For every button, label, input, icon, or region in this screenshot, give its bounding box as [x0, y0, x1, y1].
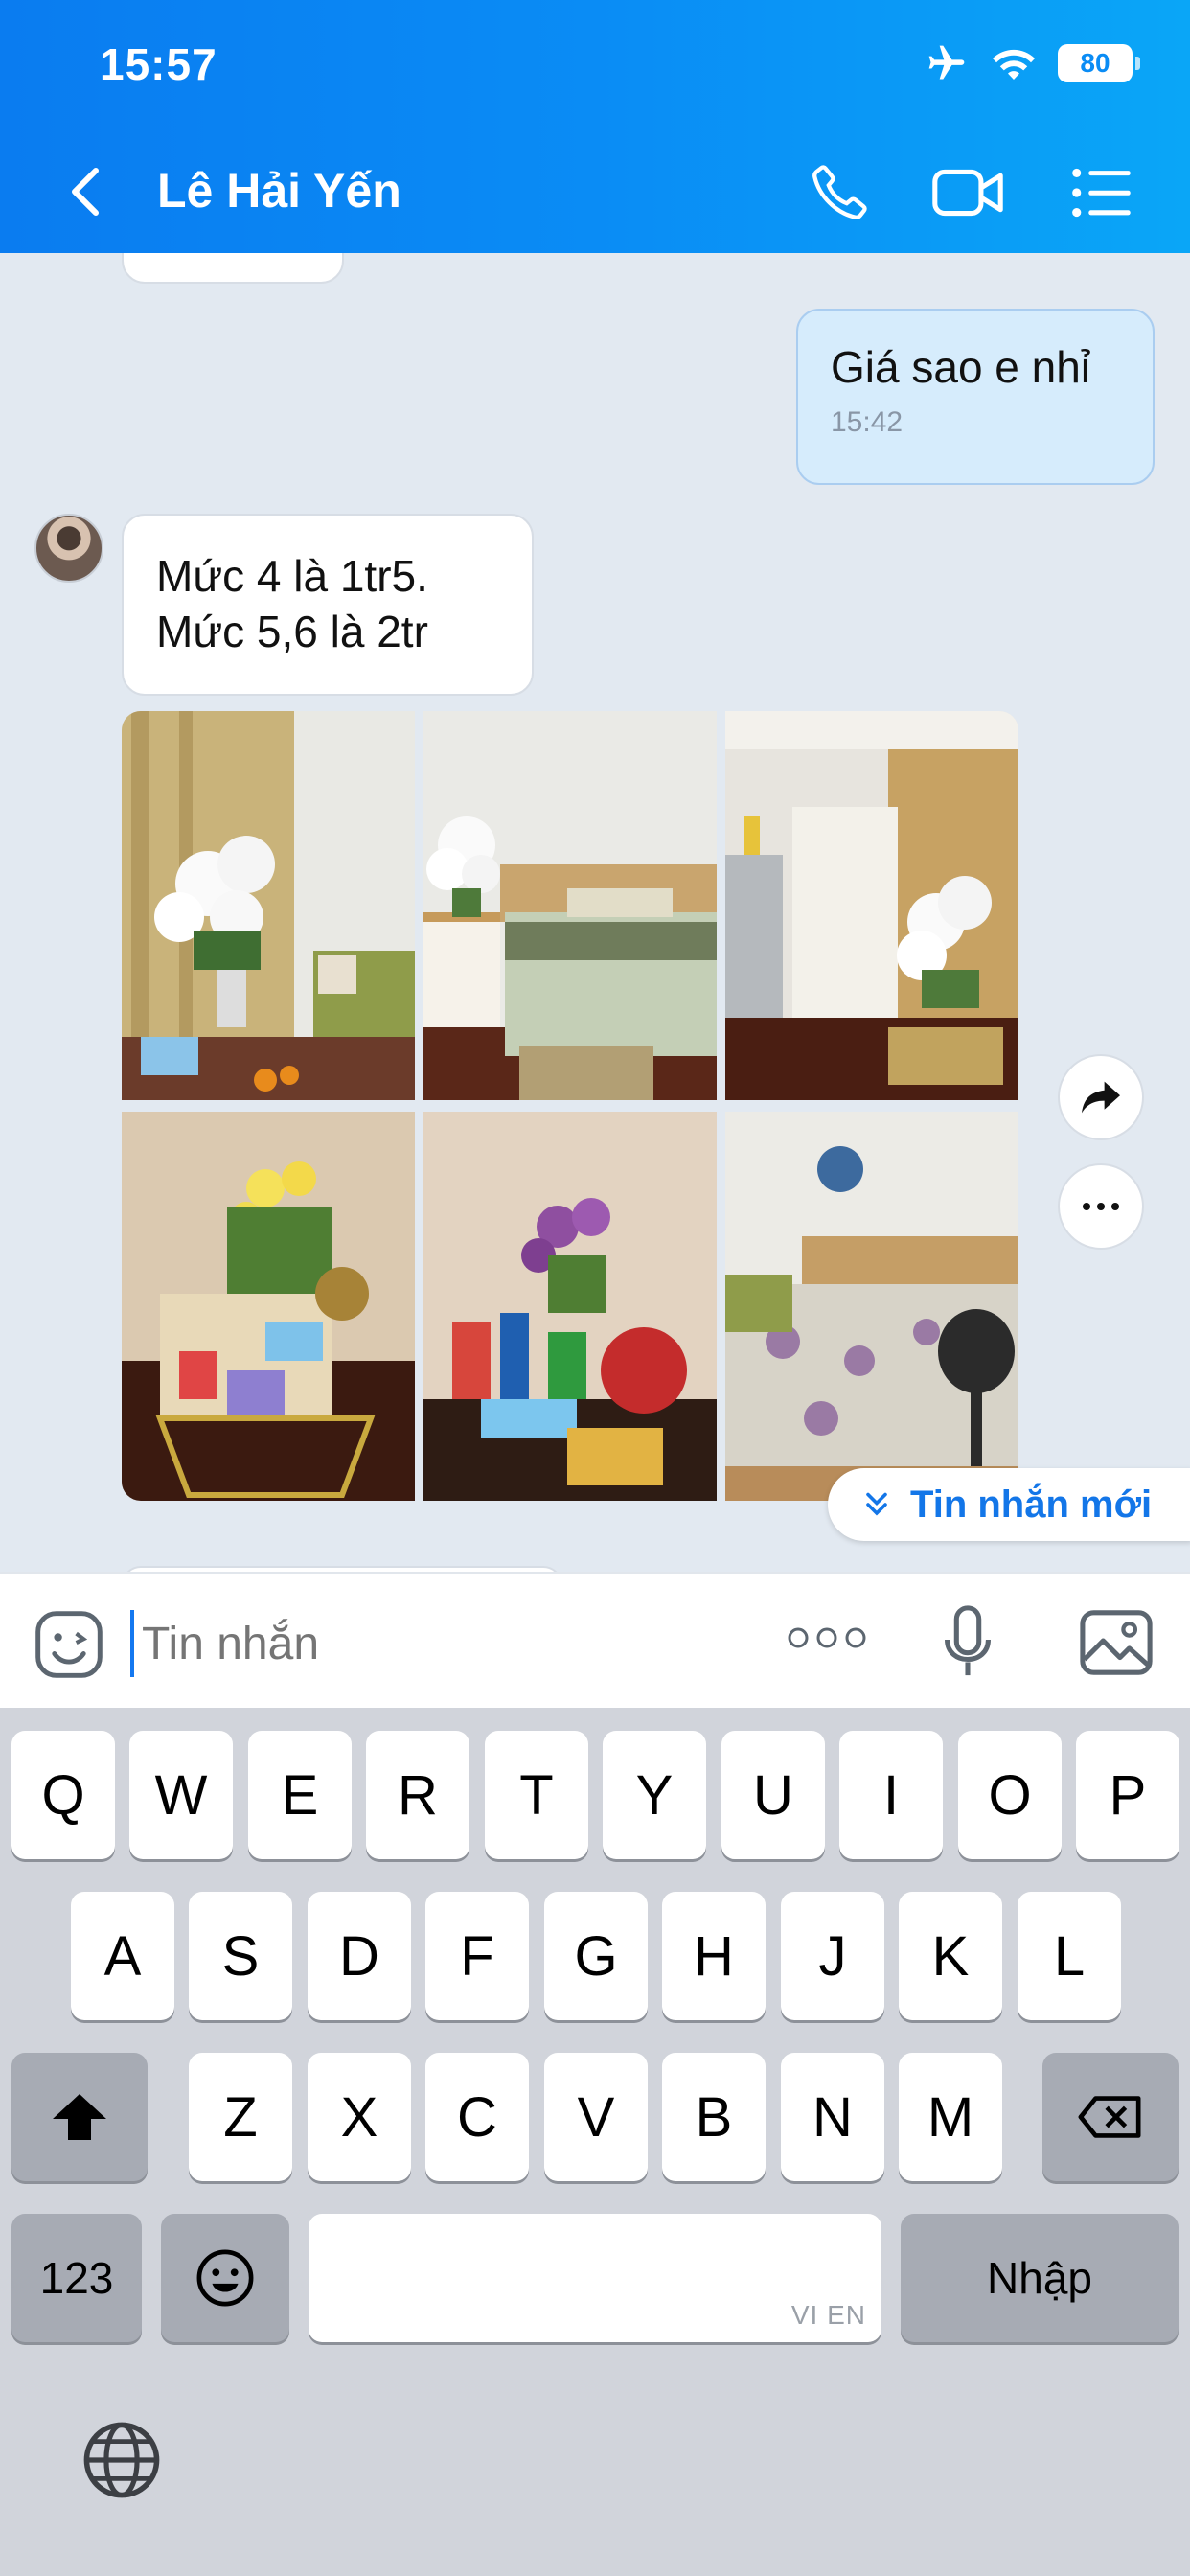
- previous-message-bubble[interactable]: [122, 253, 344, 284]
- key[interactable]: S: [189, 1892, 292, 2020]
- options-menu-button[interactable]: [1064, 159, 1140, 226]
- key[interactable]: F: [425, 1892, 529, 2020]
- back-button[interactable]: [57, 163, 115, 220]
- phone-icon: [812, 165, 867, 219]
- outgoing-message-bubble[interactable]: Giá sao e nhỉ 15:42: [796, 309, 1155, 485]
- key[interactable]: Z: [189, 2053, 292, 2181]
- key[interactable]: B: [662, 2053, 766, 2181]
- sticker-button[interactable]: [33, 1608, 105, 1686]
- space-key[interactable]: VI EN: [309, 2214, 881, 2342]
- photo-yellow-roses-gifts[interactable]: [122, 1112, 415, 1501]
- shift-arrow-icon: [53, 2094, 106, 2140]
- key[interactable]: Y: [603, 1731, 706, 1859]
- key[interactable]: E: [248, 1731, 352, 1859]
- key[interactable]: K: [899, 1892, 1002, 2020]
- key[interactable]: X: [308, 2053, 411, 2181]
- new-messages-button[interactable]: Tin nhắn mới: [828, 1468, 1190, 1541]
- chevron-left-icon: [72, 168, 99, 216]
- airplane-icon: [928, 45, 965, 80]
- message-text: Giá sao e nhỉ: [831, 342, 1091, 392]
- status-icons: 80: [924, 42, 1140, 84]
- keyboard-language-label: VI EN: [790, 2300, 866, 2330]
- forward-button[interactable]: [1058, 1054, 1144, 1140]
- key[interactable]: I: [839, 1731, 943, 1859]
- photo-bedroom-fan[interactable]: [725, 1112, 1018, 1501]
- more-input-options-button[interactable]: [786, 1622, 868, 1659]
- keyboard: Q W E R T Y U I O P A S D F G H J K L Z …: [0, 1708, 1190, 2576]
- key[interactable]: Q: [11, 1731, 115, 1859]
- call-button[interactable]: [801, 159, 878, 226]
- avatar[interactable]: [34, 514, 103, 583]
- emoji-key[interactable]: [161, 2214, 289, 2342]
- key[interactable]: L: [1018, 1892, 1121, 2020]
- shift-key[interactable]: [11, 2053, 148, 2181]
- message-time: 15:42: [831, 406, 904, 438]
- message-input[interactable]: [130, 1610, 705, 1677]
- key[interactable]: U: [721, 1731, 825, 1859]
- emoji-face-icon: [196, 2249, 254, 2307]
- status-time: 15:57: [100, 39, 217, 89]
- double-chevron-down-icon: [866, 1492, 887, 1516]
- key[interactable]: C: [425, 2053, 529, 2181]
- message-line: Mức 4 là 1tr5.: [156, 551, 428, 601]
- language-switch-button[interactable]: [80, 2419, 163, 2506]
- photo-bedroom-bed[interactable]: [423, 711, 717, 1100]
- key[interactable]: A: [71, 1892, 174, 2020]
- globe-icon: [83, 2422, 160, 2498]
- key[interactable]: W: [129, 1731, 233, 1859]
- key[interactable]: G: [544, 1892, 648, 2020]
- list-menu-icon: [1072, 168, 1131, 218]
- key[interactable]: R: [366, 1731, 469, 1859]
- video-camera-icon: [932, 169, 1003, 217]
- video-call-button[interactable]: [929, 159, 1006, 226]
- key[interactable]: M: [899, 2053, 1002, 2181]
- photo-orchids-sofa[interactable]: [122, 711, 415, 1100]
- key[interactable]: T: [485, 1731, 588, 1859]
- backspace-key[interactable]: [1042, 2053, 1179, 2181]
- backspace-icon: [1078, 2096, 1141, 2138]
- key[interactable]: V: [544, 2053, 648, 2181]
- contact-name[interactable]: Lê Hải Yến: [157, 163, 401, 218]
- photo-grid[interactable]: [122, 711, 1018, 1501]
- message-line: Mức 5,6 là 2tr: [156, 607, 428, 656]
- wifi-icon: [993, 49, 1035, 80]
- image-picker-button[interactable]: [1079, 1608, 1154, 1682]
- image-icon: [1080, 1610, 1153, 1675]
- sticker-face-icon: [35, 1611, 103, 1678]
- key[interactable]: P: [1076, 1731, 1179, 1859]
- ellipsis-outline-icon: [788, 1627, 866, 1648]
- key[interactable]: O: [958, 1731, 1062, 1859]
- message-composer: [0, 1572, 1190, 1708]
- message-list[interactable]: Giá sao e nhỉ 15:42 Mức 4 là 1tr5. Mức 5…: [0, 253, 1190, 1572]
- more-options-button[interactable]: [1058, 1163, 1144, 1250]
- photo-orchid-snacks[interactable]: [423, 1112, 717, 1501]
- forward-arrow-icon: [1082, 1081, 1120, 1114]
- battery-indicator: 80: [1058, 44, 1140, 82]
- new-messages-label: Tin nhắn mới: [910, 1483, 1153, 1526]
- key[interactable]: N: [781, 2053, 884, 2181]
- incoming-message-bubble[interactable]: Mức 4 là 1tr5. Mức 5,6 là 2tr: [122, 514, 534, 696]
- return-key[interactable]: Nhập: [901, 2214, 1179, 2342]
- ellipsis-icon: [1083, 1203, 1119, 1210]
- chat-header: 15:57 80 Lê Hải Yến: [0, 0, 1190, 253]
- key[interactable]: H: [662, 1892, 766, 2020]
- key[interactable]: D: [308, 1892, 411, 2020]
- voice-button[interactable]: [941, 1604, 995, 1684]
- photo-wardrobe-room[interactable]: [725, 711, 1018, 1100]
- numbers-key[interactable]: 123: [11, 2214, 142, 2342]
- key[interactable]: J: [781, 1892, 884, 2020]
- microphone-icon: [945, 1605, 991, 1676]
